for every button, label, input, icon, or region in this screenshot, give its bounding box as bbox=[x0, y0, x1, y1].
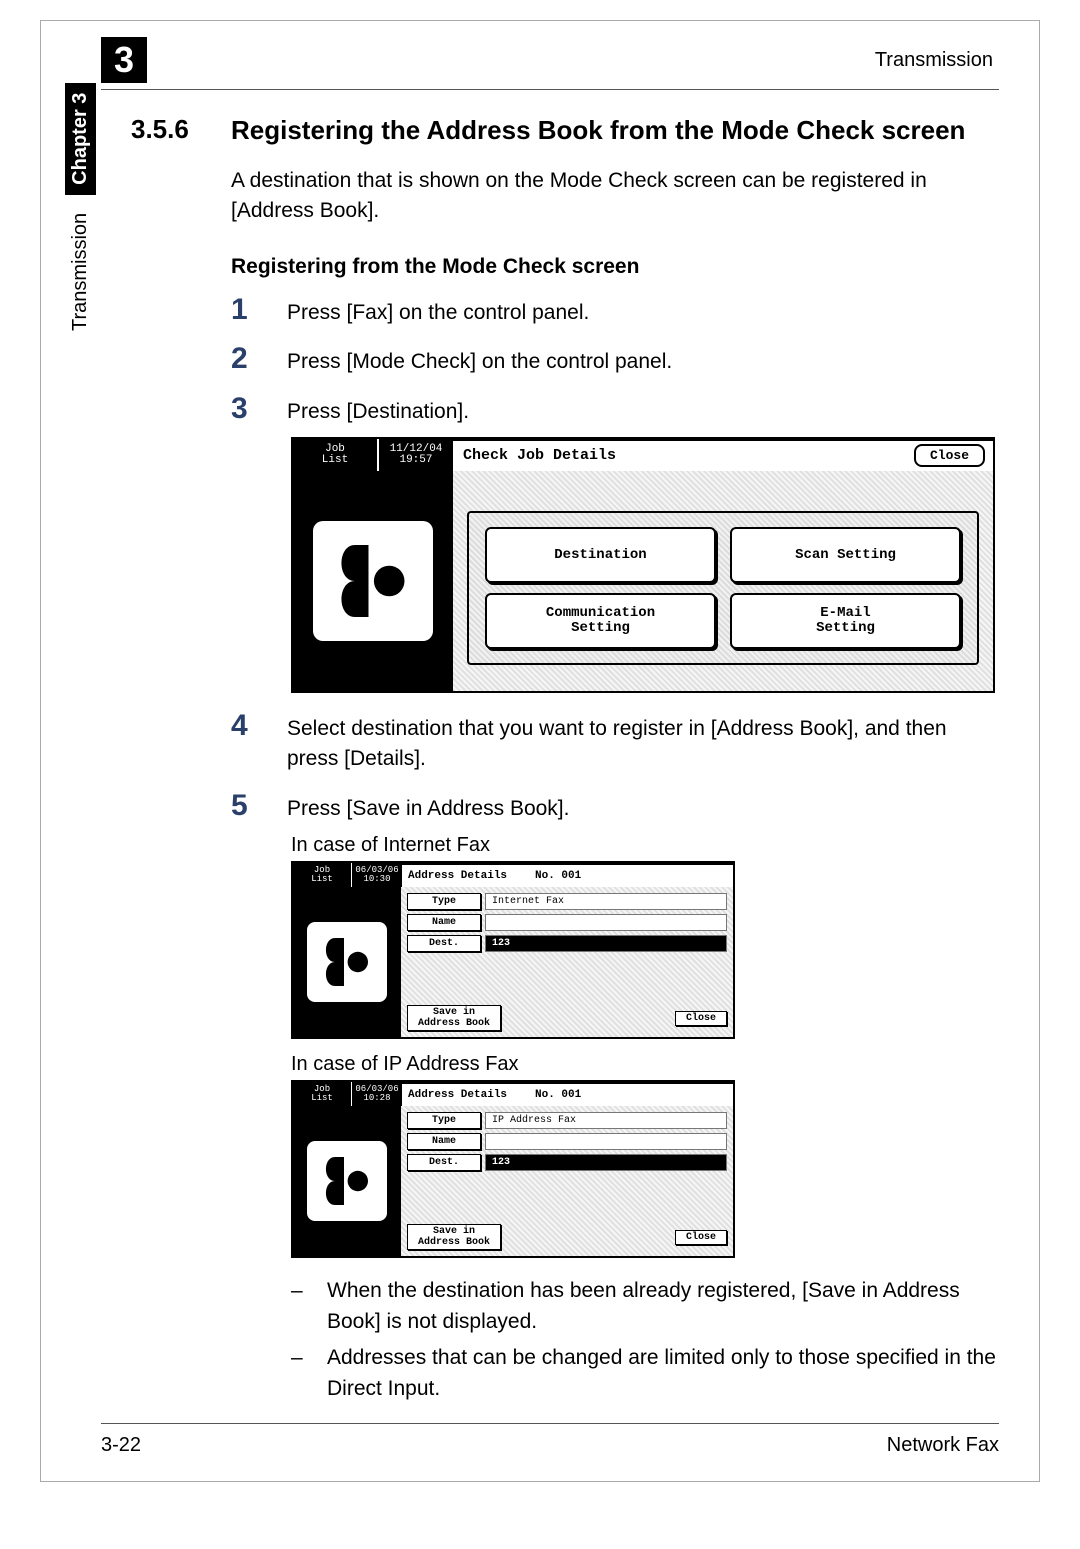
caption-ip-address-fax: In case of IP Address Fax bbox=[291, 1053, 999, 1076]
step-number: 2 bbox=[231, 342, 261, 376]
label-dest[interactable]: Dest. bbox=[407, 935, 481, 952]
address-details-ipfax-screenshot: Job List 06/03/06 10:28 Address Details … bbox=[291, 1080, 735, 1258]
note-text: When the destination has been already re… bbox=[327, 1276, 999, 1337]
step-text: Select destination that you want to regi… bbox=[287, 714, 999, 775]
btn-line1: E-Mail bbox=[820, 605, 870, 621]
chapter-number-tab: 3 bbox=[101, 37, 147, 83]
logo-area bbox=[293, 887, 401, 1037]
datetime-display: 11/12/04 19:57 bbox=[377, 439, 453, 471]
close-button[interactable]: Close bbox=[675, 1230, 727, 1245]
step-text: Press [Mode Check] on the control panel. bbox=[287, 347, 672, 377]
time-text: 19:57 bbox=[399, 455, 432, 466]
device-icon bbox=[307, 1141, 387, 1221]
screen-title-bar: Check Job Details Close bbox=[453, 439, 993, 471]
close-button[interactable]: Close bbox=[675, 1011, 727, 1026]
side-tab-chapter: Chapter 3 bbox=[65, 83, 96, 195]
step-2: 2 Press [Mode Check] on the control pane… bbox=[231, 342, 999, 377]
step-number: 1 bbox=[231, 293, 261, 327]
entry-number: No. 001 bbox=[535, 870, 581, 882]
page-frame: 3 Transmission Transmission Chapter 3 3.… bbox=[40, 20, 1040, 1482]
destination-button[interactable]: Destination bbox=[485, 527, 716, 583]
row-type: Type Internet Fax bbox=[407, 893, 727, 910]
save-in-address-book-button[interactable]: Save inAddress Book bbox=[407, 1224, 501, 1250]
value-type: IP Address Fax bbox=[485, 1112, 727, 1129]
bullet-dash: – bbox=[291, 1343, 309, 1404]
step-3: 3 Press [Destination]. bbox=[231, 392, 999, 427]
intro-paragraph: A destination that is shown on the Mode … bbox=[231, 166, 999, 227]
job-list-line2: List bbox=[322, 455, 348, 466]
screen-title: Address Details bbox=[408, 1089, 507, 1101]
save-in-address-book-button[interactable]: Save inAddress Book bbox=[407, 1005, 501, 1031]
top-bar: 3 Transmission bbox=[101, 31, 999, 90]
entry-number: No. 001 bbox=[535, 1089, 581, 1101]
side-tab-transmission: Transmission bbox=[69, 213, 92, 331]
job-list-button[interactable]: Job List bbox=[293, 1082, 351, 1106]
value-name bbox=[485, 914, 727, 931]
btn-line2: Setting bbox=[571, 620, 630, 636]
page-number: 3-22 bbox=[101, 1434, 141, 1457]
datetime-display: 06/03/06 10:28 bbox=[351, 1082, 402, 1106]
footer-title: Network Fax bbox=[887, 1434, 999, 1457]
section-title: Registering the Address Book from the Mo… bbox=[231, 114, 965, 148]
step-text: Press [Destination]. bbox=[287, 397, 469, 427]
label-type: Type bbox=[407, 1112, 481, 1129]
value-type: Internet Fax bbox=[485, 893, 727, 910]
label-name: Name bbox=[407, 914, 481, 931]
job-list-button[interactable]: Job List bbox=[293, 863, 351, 887]
section-heading: 3.5.6 Registering the Address Book from … bbox=[131, 114, 999, 148]
scan-setting-button[interactable]: Scan Setting bbox=[730, 527, 961, 583]
screen-title-bar: Address Details No. 001 bbox=[402, 863, 733, 887]
notes-list: – When the destination has been already … bbox=[291, 1276, 999, 1404]
step-4: 4 Select destination that you want to re… bbox=[231, 709, 999, 775]
label-dest[interactable]: Dest. bbox=[407, 1154, 481, 1171]
side-tab: Transmission Chapter 3 bbox=[65, 83, 96, 331]
row-dest: Dest. 123 bbox=[407, 1154, 727, 1171]
content-area: 3.5.6 Registering the Address Book from … bbox=[131, 114, 999, 1404]
logo-area bbox=[293, 471, 453, 691]
step-5: 5 Press [Save in Address Book]. bbox=[231, 789, 999, 824]
label-name: Name bbox=[407, 1133, 481, 1150]
close-button[interactable]: Close bbox=[914, 444, 985, 467]
step-number: 4 bbox=[231, 709, 261, 743]
logo-area bbox=[293, 1106, 401, 1256]
row-type: Type IP Address Fax bbox=[407, 1112, 727, 1129]
screen-title: Address Details bbox=[408, 870, 507, 882]
screen-title-bar: Address Details No. 001 bbox=[402, 1082, 733, 1106]
value-name bbox=[485, 1133, 727, 1150]
value-dest: 123 bbox=[485, 1154, 727, 1171]
screen-title: Check Job Details bbox=[463, 447, 616, 464]
step-number: 5 bbox=[231, 789, 261, 823]
note-1: – When the destination has been already … bbox=[291, 1276, 999, 1337]
communication-setting-button[interactable]: CommunicationSetting bbox=[485, 593, 716, 649]
device-icon bbox=[307, 922, 387, 1002]
datetime-display: 06/03/06 10:30 bbox=[351, 863, 402, 887]
job-list-button[interactable]: Job List bbox=[293, 439, 377, 471]
row-name: Name bbox=[407, 1133, 727, 1150]
btn-line2: Setting bbox=[816, 620, 875, 636]
label-type: Type bbox=[407, 893, 481, 910]
value-dest: 123 bbox=[485, 935, 727, 952]
btn-line1: Communication bbox=[546, 605, 655, 621]
subheading: Registering from the Mode Check screen bbox=[231, 255, 999, 279]
note-text: Addresses that can be changed are limite… bbox=[327, 1343, 999, 1404]
email-setting-button[interactable]: E-MailSetting bbox=[730, 593, 961, 649]
row-dest: Dest. 123 bbox=[407, 935, 727, 952]
section-number: 3.5.6 bbox=[131, 114, 213, 148]
address-details-ifax-screenshot: Job List 06/03/06 10:30 Address Details … bbox=[291, 861, 735, 1039]
row-name: Name bbox=[407, 914, 727, 931]
bullet-dash: – bbox=[291, 1276, 309, 1337]
caption-internet-fax: In case of Internet Fax bbox=[291, 834, 999, 857]
page-footer: 3-22 Network Fax bbox=[101, 1423, 999, 1457]
step-text: Press [Save in Address Book]. bbox=[287, 794, 569, 824]
step-number: 3 bbox=[231, 392, 261, 426]
mode-check-screenshot: Job List 11/12/04 19:57 Check Job Detail… bbox=[291, 437, 995, 693]
options-panel: Destination Scan Setting CommunicationSe… bbox=[467, 511, 979, 665]
header-right-label: Transmission bbox=[875, 49, 999, 72]
device-icon bbox=[313, 521, 433, 641]
step-1: 1 Press [Fax] on the control panel. bbox=[231, 293, 999, 328]
step-text: Press [Fax] on the control panel. bbox=[287, 298, 589, 328]
note-2: – Addresses that can be changed are limi… bbox=[291, 1343, 999, 1404]
